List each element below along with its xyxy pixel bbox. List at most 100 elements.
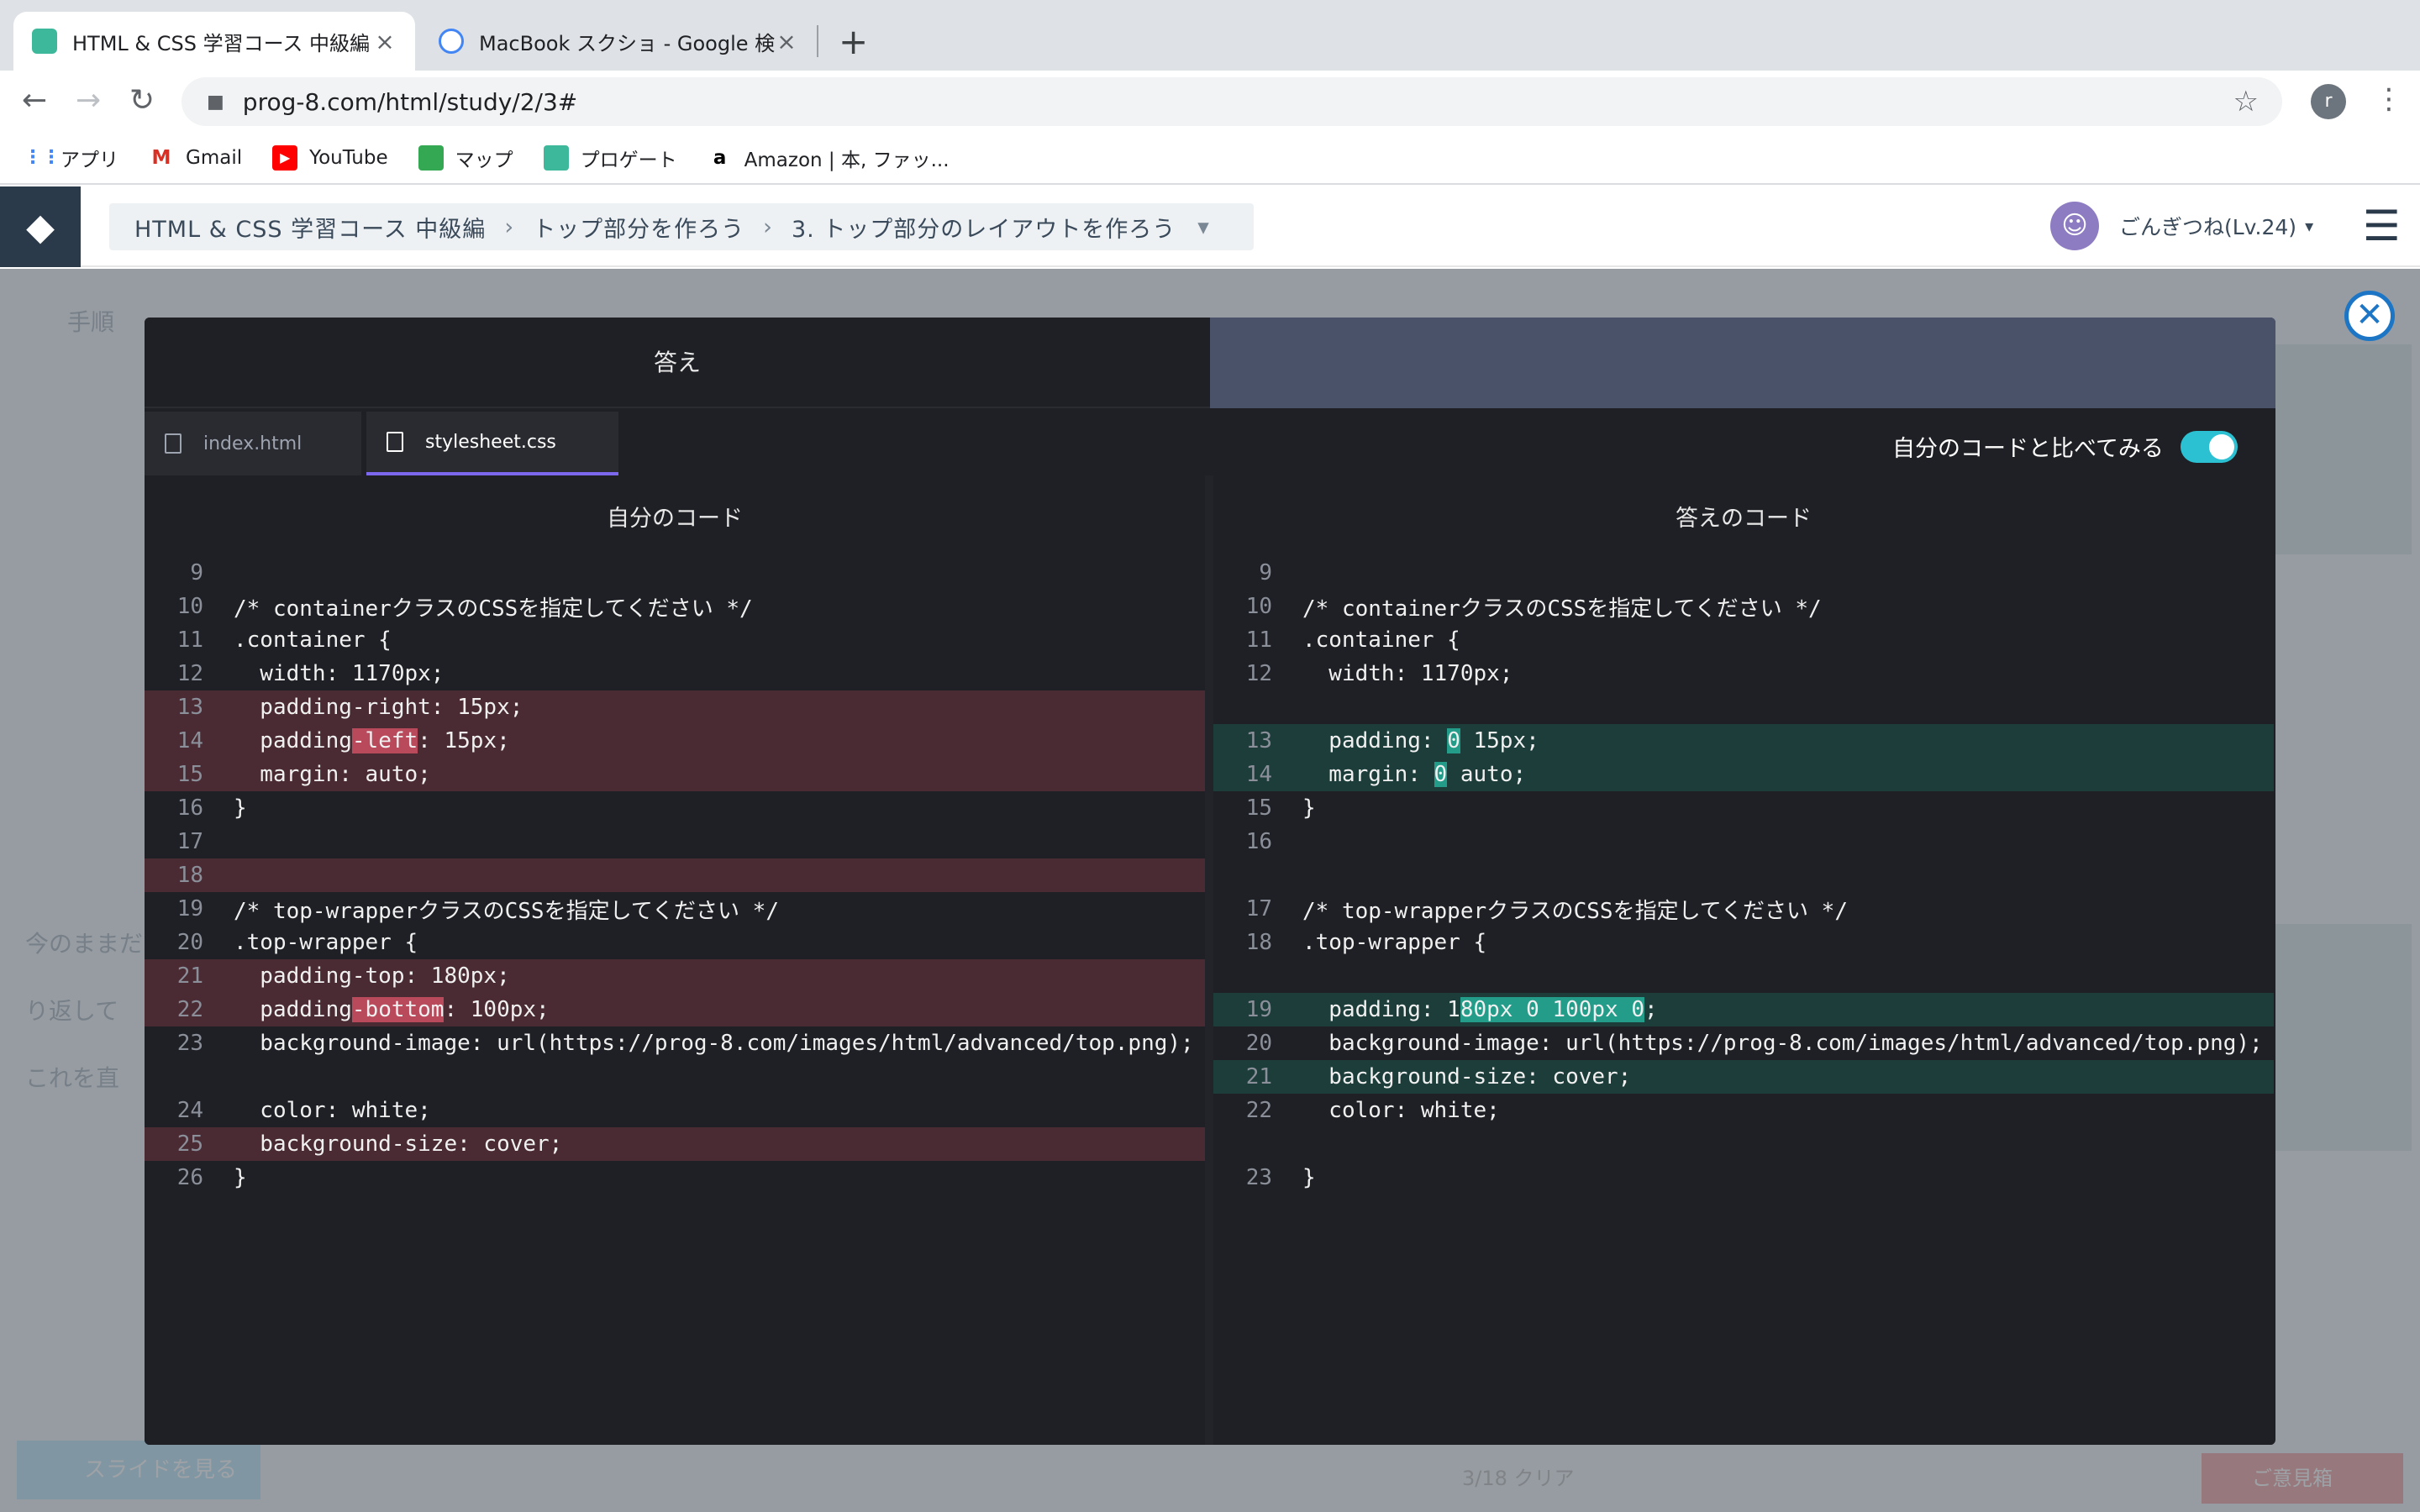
code-line: 10 /* containerクラスのCSSを指定してください */ bbox=[145, 590, 1205, 623]
answer-code-lines: 9 10 /* containerクラスのCSSを指定してください */ 11 .con… bbox=[1213, 556, 2274, 1194]
my-code-title: 自分のコード bbox=[607, 506, 743, 532]
code-line: 17 /* top-wrapperクラスのCSSを指定してください */ bbox=[1213, 892, 2274, 926]
bookmark-progate[interactable]: プロゲート bbox=[543, 144, 677, 172]
browser-tab[interactable]: MacBook スクショ - Google 検索 × bbox=[420, 12, 817, 71]
browser-menu-icon[interactable]: ⋮ bbox=[2375, 82, 2403, 116]
code-line: 11 .container { bbox=[1213, 623, 2274, 657]
forward-icon[interactable]: → bbox=[76, 84, 101, 118]
code-line: 16} bbox=[145, 791, 1205, 825]
progate-logo-icon[interactable]: ◆ bbox=[0, 186, 81, 267]
bookmark-maps[interactable]: マップ bbox=[418, 144, 513, 172]
file-tab-stylesheet-css[interactable]: stylesheet.css bbox=[366, 412, 618, 475]
code-segment: 15px; bbox=[1460, 728, 1539, 753]
code-line-removed: 13 padding-right: 15px; bbox=[145, 690, 1205, 724]
close-tab-icon[interactable]: × bbox=[775, 28, 798, 55]
code-line-removed: 15 margin: auto; bbox=[145, 758, 1205, 791]
code-line-added: 21 background-size: cover; bbox=[1213, 1060, 2274, 1094]
line-number: 15 bbox=[1245, 795, 1272, 821]
code-line: 9 bbox=[1213, 556, 2274, 590]
line-number: 23 bbox=[176, 1031, 203, 1056]
code-line: 12 width: 1170px; bbox=[1213, 657, 2274, 690]
line-number: 10 bbox=[1245, 594, 1272, 619]
browser-tab-active[interactable]: HTML & CSS 学習コース 中級編 | × bbox=[13, 12, 415, 71]
code-text: padding-bottom: 100px; bbox=[217, 997, 550, 1022]
bookmark-apps[interactable]: ⋮⋮ アプリ bbox=[24, 144, 118, 172]
code-line: 20 .top-wrapper { bbox=[145, 926, 1205, 959]
tab-title: MacBook スクショ - Google 検索 bbox=[479, 31, 775, 55]
line-number: 11 bbox=[1245, 627, 1272, 653]
line-number: 15 bbox=[176, 762, 203, 787]
code-line: 24 color: white; bbox=[145, 1094, 1205, 1127]
my-code-lines: 9 10 /* containerクラスのCSSを指定してください */ 11 .con… bbox=[145, 556, 1205, 1194]
bookmarks-bar: ⋮⋮ アプリ M Gmail ▶ YouTube マップ プロゲート a Ama… bbox=[0, 133, 2420, 185]
code-text: color: white; bbox=[234, 1098, 431, 1123]
new-tab-icon[interactable]: + bbox=[839, 20, 868, 64]
bookmark-youtube[interactable]: ▶ YouTube bbox=[272, 145, 388, 171]
line-number: 20 bbox=[1245, 1031, 1272, 1056]
file-tab-index-html[interactable]: index.html bbox=[145, 412, 361, 475]
answer-code-title: 答えのコード bbox=[1676, 506, 1812, 532]
line-number: 24 bbox=[176, 1098, 203, 1123]
breadcrumb-lesson[interactable]: 3. トップ部分のレイアウトを作ろう bbox=[792, 211, 1176, 244]
line-number: 11 bbox=[176, 627, 203, 653]
code-line: 19 /* top-wrapperクラスのCSSを指定してください */ bbox=[145, 892, 1205, 926]
code-text: .container { bbox=[234, 627, 392, 653]
code-segment: ; bbox=[1644, 997, 1658, 1022]
tab-separator bbox=[817, 25, 818, 57]
bookmark-amazon[interactable]: a Amazon | 本, ファッ... bbox=[708, 144, 950, 172]
code-segment: padding: bbox=[1302, 728, 1448, 753]
code-text: padding: 0 15px; bbox=[1286, 728, 1539, 753]
code-line: 17 bbox=[145, 825, 1205, 858]
code-text: } bbox=[1302, 795, 1316, 821]
code-text: .top-wrapper { bbox=[234, 930, 418, 955]
breadcrumb-chapter[interactable]: トップ部分を作ろう bbox=[533, 211, 744, 244]
code-line-removed: 25 background-size: cover; bbox=[145, 1127, 1205, 1161]
code-segment: : 15px; bbox=[418, 728, 510, 753]
diff-highlight: -left bbox=[351, 728, 418, 753]
profile-avatar[interactable]: r bbox=[2311, 84, 2346, 119]
bookmark-star-icon[interactable]: ☆ bbox=[2233, 85, 2259, 118]
line-number: 19 bbox=[176, 896, 203, 921]
line-number: 25 bbox=[176, 1131, 203, 1157]
caret-down-icon[interactable]: ▾ bbox=[1197, 214, 1210, 240]
lock-icon: ■ bbox=[207, 91, 224, 113]
code-line-added: 14 margin: 0 auto; bbox=[1213, 758, 2274, 791]
code-line-removed: 18 bbox=[145, 858, 1205, 892]
close-modal-icon[interactable]: ✕ bbox=[2344, 291, 2395, 341]
youtube-icon: ▶ bbox=[272, 145, 298, 171]
line-number: 14 bbox=[1245, 762, 1272, 787]
hamburger-menu-icon[interactable]: ☰ bbox=[2363, 205, 2401, 247]
diff-highlight: -bottom bbox=[351, 997, 445, 1022]
code-line: 22 color: white; bbox=[1213, 1094, 2274, 1127]
chevron-right-icon: › bbox=[504, 213, 515, 240]
line-number: 17 bbox=[1245, 896, 1272, 921]
compare-toggle[interactable] bbox=[2180, 430, 2238, 463]
code-line: 12 width: 1170px; bbox=[145, 657, 1205, 690]
line-number: 16 bbox=[1245, 829, 1272, 854]
code-text: background-image: url(https://prog-8.com… bbox=[234, 1031, 1194, 1056]
reload-icon[interactable]: ↻ bbox=[129, 84, 155, 118]
code-text: /* top-wrapperクラスのCSSを指定してください */ bbox=[234, 898, 779, 924]
code-line-removed: 22 padding-bottom: 100px; bbox=[145, 993, 1205, 1026]
user-menu[interactable]: ☺ ごんぎつね(Lv.24) ▾ bbox=[2050, 202, 2313, 250]
chevron-right-icon: › bbox=[763, 213, 773, 240]
code-line-removed: 21 padding-top: 180px; bbox=[145, 959, 1205, 993]
bookmark-label: プロゲート bbox=[580, 150, 677, 171]
code-text: } bbox=[1302, 1165, 1316, 1190]
bookmark-label: Amazon | 本, ファッ... bbox=[744, 150, 950, 171]
code-line: 10 /* containerクラスのCSSを指定してください */ bbox=[1213, 590, 2274, 623]
line-number: 9 bbox=[190, 560, 203, 585]
back-icon[interactable]: ← bbox=[22, 84, 47, 118]
address-bar[interactable]: ■ prog-8.com/html/study/2/3# ☆ bbox=[182, 77, 2282, 126]
code-line: 16 bbox=[1213, 825, 2274, 858]
breadcrumb-course[interactable]: HTML & CSS 学習コース 中級編 bbox=[134, 211, 486, 244]
line-number: 21 bbox=[1245, 1064, 1272, 1089]
close-tab-icon[interactable]: × bbox=[373, 28, 397, 55]
bookmark-label: アプリ bbox=[60, 150, 118, 171]
bookmark-gmail[interactable]: M Gmail bbox=[149, 145, 243, 171]
diff-highlight: 0 bbox=[1447, 728, 1460, 753]
line-number: 18 bbox=[176, 863, 203, 888]
